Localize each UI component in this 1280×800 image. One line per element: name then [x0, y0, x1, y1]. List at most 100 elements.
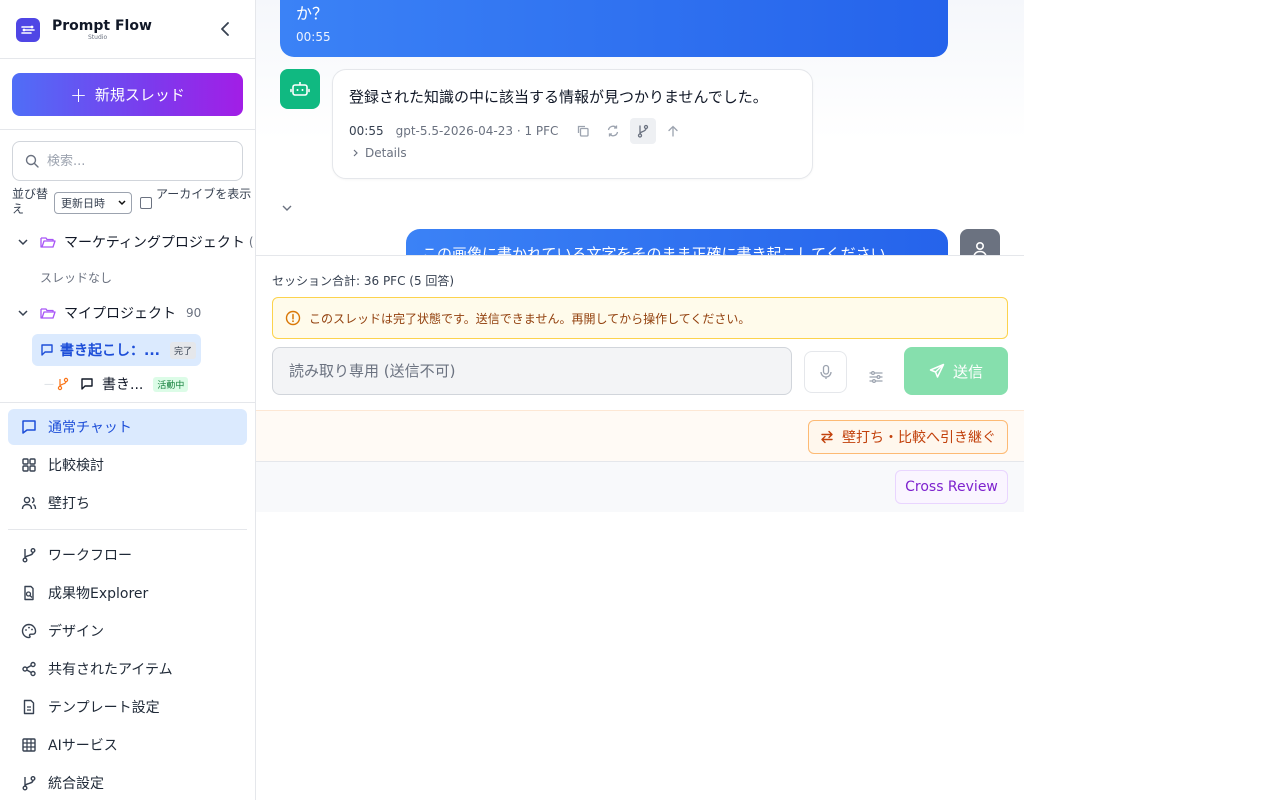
sliders-icon — [869, 371, 883, 384]
search-box[interactable] — [12, 141, 243, 181]
project-tree: マーケティングプロジェクト ( スレッドなし マイプロジェクト 90 書き起こし… — [0, 230, 255, 402]
copy-button[interactable] — [570, 118, 596, 144]
sort-row: 並び替え 更新日時 アーカイブを表示 — [12, 187, 251, 219]
grid-icon — [20, 456, 38, 474]
archive-checkbox[interactable] — [140, 197, 152, 209]
alert-circle-icon — [285, 310, 301, 326]
nav-label: AIサービス — [48, 738, 118, 754]
project-name: マイプロジェクト — [64, 306, 176, 322]
folder-open-icon — [40, 308, 56, 319]
branch-icon — [20, 546, 38, 564]
brand: Prompt Flow Studio — [16, 18, 152, 42]
options-button[interactable] — [862, 366, 890, 388]
sort-select[interactable]: 更新日時 — [54, 192, 132, 214]
folder-open-icon — [40, 237, 56, 248]
branch-icon — [638, 124, 649, 138]
project-count: 90 — [186, 306, 202, 320]
app-subtitle: Studio — [88, 34, 108, 41]
tree-connector: — — [44, 378, 54, 390]
table-icon — [20, 736, 38, 754]
chat-icon — [20, 418, 38, 436]
microphone-icon — [819, 364, 832, 379]
share-icon — [20, 660, 38, 678]
completed-warning: このスレッドは完了状態です。送信できません。再開してから操作してください。 — [272, 297, 1008, 339]
nav-label: テンプレート設定 — [48, 700, 160, 716]
chat-panel: か？ 00:55 登録された知識の中に該当する情報が見つかりませんでした。 00… — [256, 0, 1024, 512]
message-text: この画像に書かれている文字をそのまま正確に書き起こしてください — [422, 245, 886, 255]
chevron-down-icon — [282, 205, 292, 211]
send-button[interactable]: 送信 — [904, 347, 1008, 395]
plus-icon: + — [70, 82, 87, 107]
project-name: マーケティングプロジェクト — [64, 235, 245, 251]
project-row[interactable]: マイプロジェクト 90 — [16, 301, 201, 325]
message-input-box[interactable] — [272, 347, 792, 395]
app-logo-icon — [16, 18, 40, 42]
assistant-message: 登録された知識の中に該当する情報が見つかりませんでした。 00:55 gpt-5… — [332, 69, 813, 179]
nav-item-template-settings[interactable]: テンプレート設定 — [8, 689, 247, 725]
user-avatar — [960, 229, 1000, 255]
nav-item-shared[interactable]: 共有されたアイテム — [8, 651, 247, 687]
handoff-button[interactable]: 壁打ち・比較へ引き継ぐ — [808, 420, 1008, 454]
status-badge: 完了 — [169, 341, 196, 359]
users-icon — [20, 494, 38, 512]
nav-label: 壁打ち — [48, 496, 90, 512]
thread-item-active[interactable]: 書き起こし：... 完了 — [32, 334, 201, 366]
chevron-down-icon — [18, 310, 28, 317]
search-input[interactable] — [47, 153, 227, 169]
voice-input-button[interactable] — [804, 351, 847, 393]
collapse-toggle[interactable] — [280, 200, 294, 219]
nav-label: 共有されたアイテム — [48, 662, 173, 678]
handoff-label: 壁打ち・比較へ引き継ぐ — [842, 430, 996, 446]
details-toggle[interactable]: Details — [351, 146, 407, 160]
send-icon — [929, 363, 945, 379]
status-badge: 活動中 — [153, 376, 189, 392]
nav-label: 統合設定 — [48, 776, 104, 792]
session-total: セッション合計: 36 PFC (5 回答) — [272, 274, 455, 288]
message-text: 登録された知識の中に該当する情報が見つかりませんでした。 — [349, 88, 768, 106]
user-message: この画像に書かれている文字をそのまま正確に書き起こしてください — [406, 229, 948, 255]
nav-label: 成果物Explorer — [48, 586, 149, 602]
robot-icon — [290, 82, 310, 96]
new-thread-button[interactable]: + 新規スレッド — [12, 73, 243, 116]
branch-icon — [20, 774, 38, 792]
chat-icon — [81, 378, 93, 390]
bot-avatar — [280, 69, 320, 109]
nav-item-design[interactable]: デザイン — [8, 613, 247, 649]
sidebar: Prompt Flow Studio + 新規スレッド 並び替え 更新日時 アー… — [0, 0, 256, 800]
model-info: gpt-5.5-2026-04-23 · 1 PFC — [395, 124, 559, 138]
copy-icon — [578, 125, 590, 137]
nav-item-integration-settings[interactable]: 統合設定 — [8, 765, 247, 800]
divider — [0, 129, 255, 130]
nav-item-brainstorm[interactable]: 壁打ち — [8, 485, 247, 521]
details-label: Details — [365, 146, 407, 160]
regenerate-button[interactable] — [600, 118, 626, 144]
user-message: か？ 00:55 — [280, 0, 948, 57]
chevron-down-icon — [18, 239, 28, 246]
collapse-sidebar-button[interactable] — [216, 20, 234, 38]
nav-item-chat[interactable]: 通常チャット — [8, 409, 247, 445]
cross-review-label: Cross Review — [905, 479, 998, 495]
nav-item-ai-services[interactable]: AIサービス — [8, 727, 247, 763]
nav-label: デザイン — [48, 624, 104, 640]
scroll-up-button[interactable] — [660, 118, 686, 144]
user-icon — [973, 241, 987, 255]
branch-button[interactable] — [630, 118, 657, 144]
message-input[interactable] — [289, 362, 769, 380]
nav-item-compare[interactable]: 比較検討 — [8, 447, 247, 483]
project-row[interactable]: マーケティングプロジェクト ( — [16, 230, 254, 254]
composer: セッション合計: 36 PFC (5 回答) このスレッドは完了状態です。送信で… — [256, 255, 1024, 410]
swap-icon — [820, 430, 834, 444]
refresh-icon — [608, 125, 619, 137]
app-name: Prompt Flow — [52, 18, 152, 34]
branch-icon — [57, 377, 69, 391]
project-count: ( — [248, 235, 254, 249]
archive-label: アーカイブを表示 — [156, 187, 252, 201]
nav-item-artifact-explorer[interactable]: 成果物Explorer — [8, 575, 247, 611]
divider — [0, 58, 255, 59]
nav-label: ワークフロー — [48, 548, 132, 564]
nav-label: 比較検討 — [48, 458, 104, 474]
message-list[interactable]: か？ 00:55 登録された知識の中に該当する情報が見つかりませんでした。 00… — [256, 0, 1024, 255]
cross-review-button[interactable]: Cross Review — [895, 470, 1008, 504]
nav-item-workflow[interactable]: ワークフロー — [8, 537, 247, 573]
thread-item[interactable]: — 書き... 活動中 — [44, 372, 189, 396]
